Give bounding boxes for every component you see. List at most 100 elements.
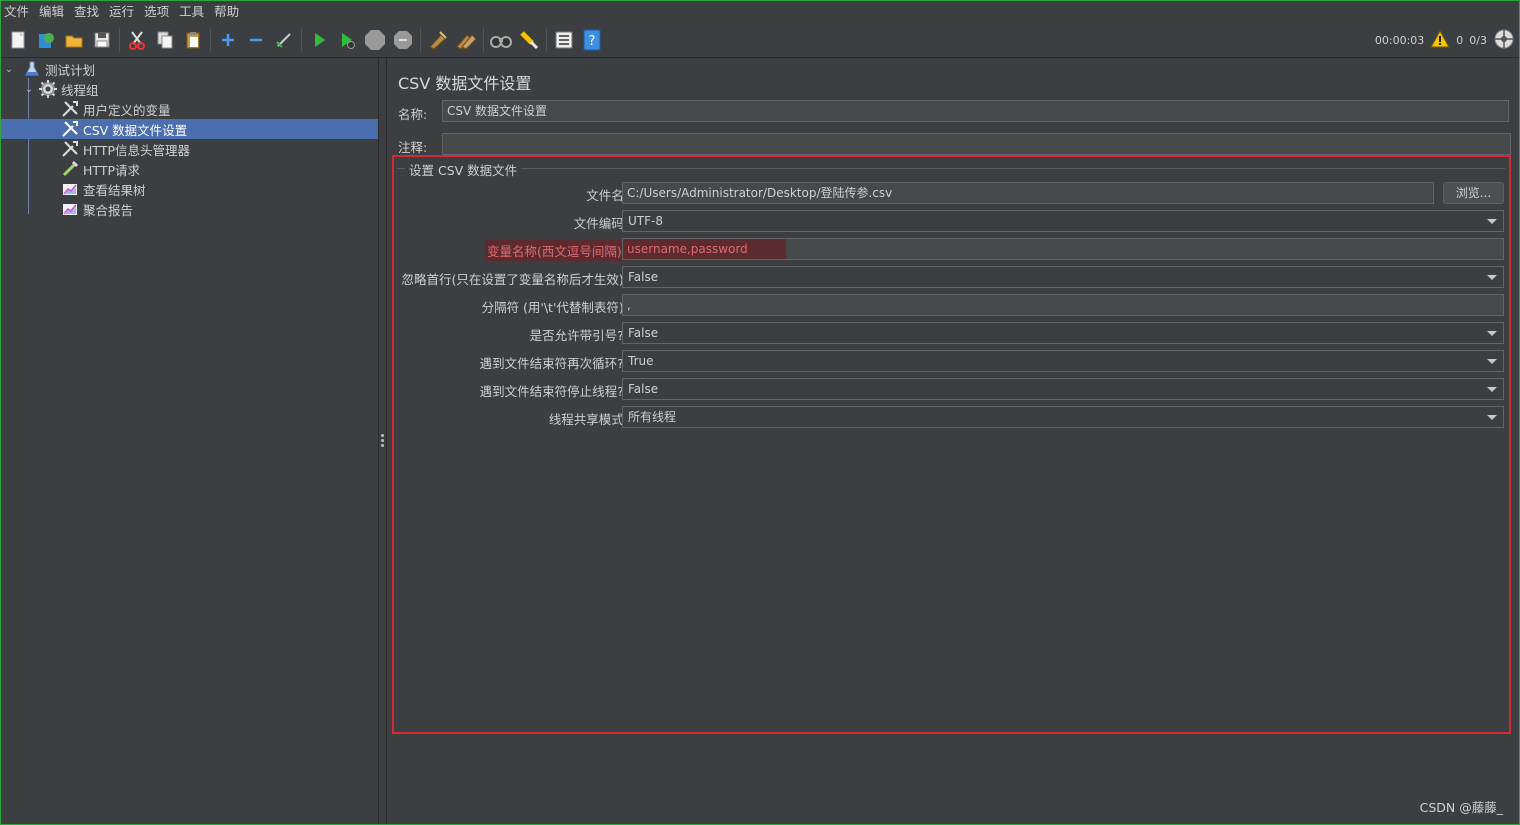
chevron-down-icon: [1487, 359, 1497, 364]
splitter-grip: [381, 434, 384, 437]
filename-field[interactable]: C:/Users/Administrator/Desktop/登陆传参.csv: [622, 182, 1434, 204]
clear-all-icon[interactable]: [452, 26, 480, 54]
chevron-down-icon[interactable]: ⌄: [23, 84, 35, 95]
browse-button[interactable]: 浏览...: [1443, 182, 1504, 204]
toolbar-separator: [483, 28, 484, 52]
tree-item-http-header-manager[interactable]: HTTP信息头管理器: [1, 139, 378, 159]
comment-label: 注释:: [398, 140, 428, 155]
help-icon[interactable]: ?: [578, 26, 606, 54]
warning-icon[interactable]: [1430, 29, 1451, 51]
open-icon[interactable]: [60, 26, 88, 54]
test-plan-tree: ⌄ 测试计划 ⌄ 线程组 用户定义的变量 CSV 数据文件设置 HTTP信息头管…: [1, 58, 378, 824]
toolbar-separator: [301, 28, 302, 52]
file-encoding-label: 文件编码:: [573, 216, 628, 231]
tree-item-label: 查看结果树: [83, 182, 146, 198]
menu-search[interactable]: 查找: [70, 1, 105, 22]
stop-icon[interactable]: [361, 26, 389, 54]
tree-item-label: 线程组: [61, 82, 99, 98]
sharing-mode-label: 线程共享模式:: [548, 412, 628, 427]
tree-item-test-plan[interactable]: ⌄ 测试计划: [1, 59, 378, 79]
cut-icon[interactable]: [123, 26, 151, 54]
variable-names-label: 变量名称(西文逗号间隔):: [485, 240, 628, 261]
expand-icon[interactable]: [214, 26, 242, 54]
test-plan-icon: [23, 61, 41, 77]
delimiter-field[interactable]: ,: [622, 294, 1504, 316]
recycle-on-eof-select[interactable]: True: [622, 350, 1504, 372]
clear-icon[interactable]: [424, 26, 452, 54]
search-icon[interactable]: [487, 26, 515, 54]
comment-field[interactable]: [442, 133, 1511, 155]
menu-file[interactable]: 文件: [1, 1, 35, 22]
remote-globe-icon[interactable]: [1493, 28, 1515, 53]
tree-item-view-results-tree[interactable]: 查看结果树: [1, 179, 378, 199]
chevron-down-icon: [1487, 275, 1497, 280]
chevron-down-icon: [1487, 387, 1497, 392]
tree-item-csv-data-set-config[interactable]: CSV 数据文件设置: [1, 119, 378, 139]
tree-item-thread-group[interactable]: ⌄ 线程组: [1, 79, 378, 99]
recycle-on-eof-value: True: [628, 354, 654, 368]
tree-item-label: 聚合报告: [83, 202, 134, 218]
tree-item-label: CSV 数据文件设置: [83, 122, 188, 138]
variable-names-field[interactable]: username,password: [622, 238, 1504, 260]
chevron-down-icon[interactable]: ⌄: [3, 64, 15, 75]
templates-icon[interactable]: [32, 26, 60, 54]
name-label: 名称:: [398, 107, 428, 122]
chevron-down-icon: [1487, 331, 1497, 336]
menu-edit[interactable]: 编辑: [35, 1, 70, 22]
tree-item-http-request[interactable]: HTTP请求: [1, 159, 378, 179]
sharing-mode-select[interactable]: 所有线程: [622, 406, 1504, 428]
save-icon[interactable]: [88, 26, 116, 54]
toggle-icon[interactable]: [270, 26, 298, 54]
name-field[interactable]: CSV 数据文件设置: [442, 100, 1509, 122]
tree-item-user-defined-variables[interactable]: 用户定义的变量: [1, 99, 378, 119]
delimiter-label: 分隔符 (用'\t'代替制表符):: [481, 300, 628, 315]
stop-thread-on-eof-label: 遇到文件结束符停止线程?:: [479, 384, 628, 399]
file-encoding-select[interactable]: UTF-8: [622, 210, 1504, 232]
config-element-icon: [61, 141, 79, 157]
thread-group-gear-icon: [39, 80, 57, 98]
allow-quoted-select[interactable]: False: [622, 322, 1504, 344]
stop-thread-on-eof-select[interactable]: False: [622, 378, 1504, 400]
copy-icon[interactable]: [151, 26, 179, 54]
active-threads: 0/3: [1469, 33, 1487, 47]
sampler-pipette-icon: [61, 160, 79, 177]
paste-icon[interactable]: [179, 26, 207, 54]
splitter-grip: [381, 444, 384, 447]
menu-options[interactable]: 选项: [140, 1, 175, 22]
shutdown-icon[interactable]: [389, 26, 417, 54]
menu-tools[interactable]: 工具: [175, 1, 210, 22]
csv-settings-group: 设置 CSV 数据文件 文件名: 文件编码: 变量名称(西文逗号间隔): 忽略首…: [397, 160, 1505, 438]
allow-quoted-value: False: [628, 326, 659, 340]
toolbar-separator: [420, 28, 421, 52]
variable-names-value: username,password: [623, 239, 786, 259]
ignore-first-line-value: False: [628, 270, 659, 284]
menu-help[interactable]: 帮助: [210, 1, 245, 22]
warning-count: 0: [1456, 33, 1464, 47]
tree-item-label: 测试计划: [45, 62, 96, 78]
menu-bar: 文件 编辑 查找 运行 选项 工具 帮助: [1, 1, 1519, 22]
elapsed-timer: 00:00:03: [1374, 33, 1425, 47]
menu-run[interactable]: 运行: [105, 1, 140, 22]
csv-config-panel: CSV 数据文件设置 名称: CSV 数据文件设置 注释: 设置 CSV 数据文…: [387, 58, 1519, 824]
panel-splitter[interactable]: [378, 58, 387, 824]
status-area: 00:00:03 0 0/3: [1375, 23, 1515, 57]
function-helper-icon[interactable]: [550, 26, 578, 54]
start-no-pause-icon[interactable]: [333, 26, 361, 54]
listener-chart-icon: [61, 201, 79, 217]
splitter-grip: [381, 439, 384, 442]
config-element-icon: [61, 121, 79, 137]
start-icon[interactable]: [305, 26, 333, 54]
chevron-down-icon: [1487, 219, 1497, 224]
stop-thread-on-eof-value: False: [628, 382, 659, 396]
config-element-icon: [61, 101, 79, 117]
collapse-icon[interactable]: [242, 26, 270, 54]
new-icon[interactable]: [4, 26, 32, 54]
ignore-first-line-select[interactable]: False: [622, 266, 1504, 288]
file-encoding-value: UTF-8: [628, 214, 663, 228]
reset-search-icon[interactable]: [515, 26, 543, 54]
toolbar-separator: [546, 28, 547, 52]
label-column: 文件名: 文件编码: 变量名称(西文逗号间隔): 忽略首行(只在设置了变量名称后…: [397, 168, 628, 428]
tree-item-aggregate-report[interactable]: 聚合报告: [1, 199, 378, 219]
allow-quoted-label: 是否允许带引号?:: [529, 328, 628, 343]
ignore-first-line-label: 忽略首行(只在设置了变量名称后才生效):: [401, 272, 628, 287]
